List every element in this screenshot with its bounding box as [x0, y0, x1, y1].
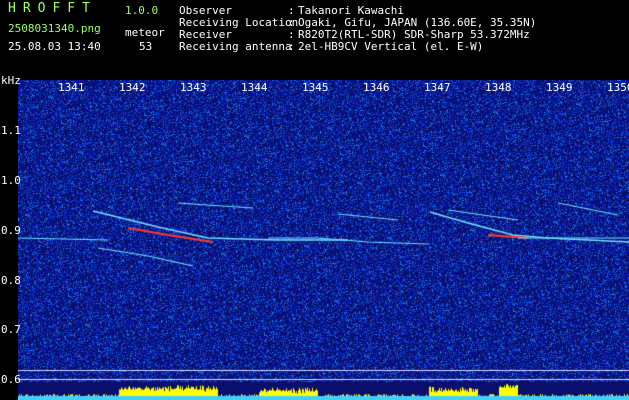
antenna-key: Receiving antenna	[179, 40, 292, 53]
x-tick-label: 1346	[363, 81, 390, 94]
antenna-value: 2el-HB9CV Vertical (el. E-W)	[298, 40, 484, 53]
y-tick-label: 0.6	[1, 373, 21, 386]
x-tick-label: 1347	[424, 81, 451, 94]
y-tick-label: 0.9	[1, 224, 21, 237]
meteor-count: 53	[139, 40, 153, 53]
y-tick-label: 1.1	[1, 124, 21, 137]
datetime-stamp: 25.08.03 13:40	[8, 40, 101, 53]
x-tick-label: 1342	[119, 81, 146, 94]
hrofft-window: HROFFT 1.0.0 2508031340.png meteor 25.08…	[0, 0, 629, 400]
x-tick-label: 1343	[180, 81, 207, 94]
x-tick-label: 1345	[302, 81, 329, 94]
app-logo: HROFFT	[8, 1, 97, 16]
antenna-sep: :	[288, 40, 295, 53]
x-tick-label: 1341	[58, 81, 85, 94]
x-tick-label: 1344	[241, 81, 268, 94]
app-version: 1.0.0	[125, 4, 159, 17]
x-tick-label: 1350	[607, 81, 629, 94]
meteor-label: meteor	[125, 26, 165, 39]
y-tick-label: 1.0	[1, 174, 21, 187]
x-tick-label: 1349	[546, 81, 573, 94]
y-tick-label: 0.7	[1, 323, 21, 336]
file-name: 2508031340.png	[8, 22, 101, 35]
y-axis-unit: kHz	[1, 74, 21, 87]
x-tick-label: 1348	[485, 81, 512, 94]
spectrogram-canvas	[18, 80, 629, 400]
y-tick-label: 0.8	[1, 274, 21, 287]
